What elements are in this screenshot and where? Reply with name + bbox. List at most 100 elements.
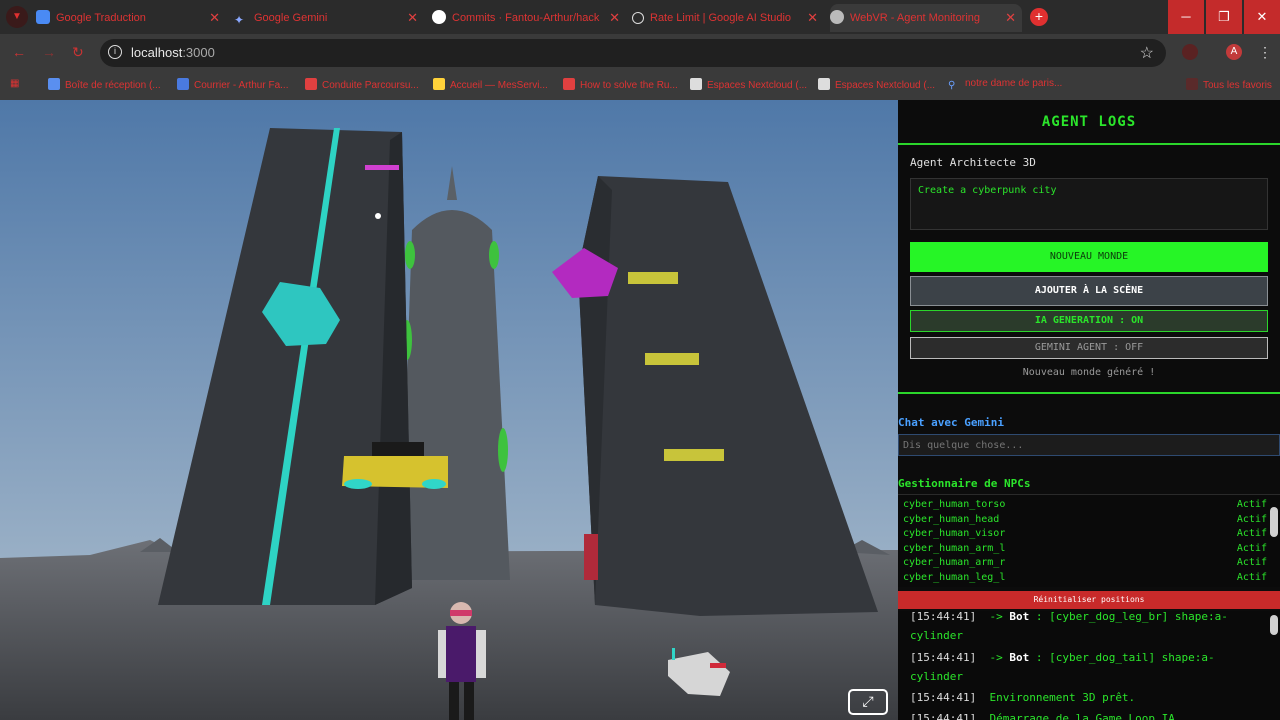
log-time: [15:44:41] xyxy=(910,691,977,704)
divider xyxy=(898,143,1280,145)
tower-ring-light xyxy=(489,241,499,269)
tab-title: WebVR - Agent Monitoring xyxy=(850,12,981,24)
reload-icon[interactable]: ↻ xyxy=(72,44,84,61)
agent-prompt-textarea[interactable]: Create a cyberpunk city xyxy=(910,178,1268,230)
tab-title: Commits · Fantou-Arthur/hack xyxy=(452,12,600,24)
chat-input[interactable] xyxy=(898,434,1280,456)
npc-arm-right xyxy=(476,630,486,678)
bookmark-label: Courrier - Arthur Fa... xyxy=(194,80,289,91)
folder-icon xyxy=(1186,78,1198,90)
extension-icon[interactable] xyxy=(1182,44,1198,60)
log-sender: Bot xyxy=(1009,651,1030,664)
reload-icon xyxy=(632,12,644,24)
log-time: [15:44:41] xyxy=(910,712,977,720)
npc-item[interactable]: cyber_human_arm_r Actif xyxy=(903,557,1267,571)
address-bar[interactable]: i localhost:3000 ☆ xyxy=(100,39,1166,67)
npc-item[interactable]: cyber_human_torso Actif xyxy=(903,499,1267,513)
bookmark-item[interactable]: ⚲ notre dame de paris... xyxy=(948,78,1062,92)
ia-generation-toggle[interactable]: IA GENERATION : ON xyxy=(910,310,1268,332)
close-tab-icon[interactable]: ✕ xyxy=(209,4,220,32)
bookmark-item[interactable]: Boîte de réception (... xyxy=(48,78,161,91)
divider xyxy=(898,392,1280,394)
new-world-button[interactable]: NOUVEAU MONDE xyxy=(910,242,1268,272)
car-thruster xyxy=(422,479,446,489)
npc-name: cyber_human_arm_r xyxy=(903,557,1006,568)
scene-render[interactable] xyxy=(0,100,898,720)
search-icon: ⚲ xyxy=(948,80,956,91)
tab-search-chevron-icon[interactable]: ▼ xyxy=(6,6,28,28)
profile-avatar[interactable]: A xyxy=(1226,44,1242,60)
log-entry: [15:44:41] -> Bot : [cyber_dog_tail] sha… xyxy=(910,648,1260,686)
new-tab-plus-icon[interactable]: + xyxy=(1030,8,1048,26)
npc-item[interactable]: cyber_human_visor Actif xyxy=(903,528,1267,542)
npc-status: Actif xyxy=(1236,499,1267,510)
npc-item[interactable]: cyber_human_leg_l Actif xyxy=(903,572,1267,586)
close-tab-icon[interactable]: ✕ xyxy=(1005,4,1016,32)
browser-tab-strip: ▼ Google Traduction ✕ ✦ Google Gemini ✕ C… xyxy=(0,0,1280,34)
add-to-scene-button[interactable]: AJOUTER À LA SCÈNE xyxy=(910,276,1268,306)
bookmark-item[interactable]: Accueil — MesServi... xyxy=(433,78,548,91)
bookmark-item[interactable]: Espaces Nextcloud (... xyxy=(690,78,807,91)
site-info-icon[interactable]: i xyxy=(108,45,122,59)
bookmark-label: Espaces Nextcloud (... xyxy=(835,80,936,91)
bookmark-item[interactable]: Courrier - Arthur Fa... xyxy=(177,78,288,91)
npc-visor xyxy=(450,610,472,616)
close-tab-icon[interactable]: ✕ xyxy=(609,4,620,32)
back-arrow-icon[interactable]: ← xyxy=(12,44,26,60)
neon-panel xyxy=(628,272,678,284)
tab-webvr-agent-monitoring[interactable]: WebVR - Agent Monitoring ✕ xyxy=(830,4,1022,32)
bookmark-star-icon[interactable]: ☆ xyxy=(1140,43,1154,63)
log-text: Démarrage de la Game Loop IA... xyxy=(989,712,1195,720)
log-entry: [15:44:41] Environnement 3D prêt. xyxy=(910,688,1260,707)
minimize-icon[interactable]: ─ xyxy=(1168,0,1204,34)
car-roof xyxy=(372,442,424,456)
log-scrollbar[interactable] xyxy=(1270,615,1278,635)
github-icon xyxy=(432,10,446,24)
npc-name: cyber_human_head xyxy=(903,513,1000,525)
gemini-icon: ✦ xyxy=(234,13,245,27)
fullscreen-expand-icon[interactable]: ⤢ xyxy=(848,689,888,715)
tab-github-commits[interactable]: Commits · Fantou-Arthur/hack ✕ xyxy=(432,4,626,32)
all-bookmarks[interactable]: Tous les favoris xyxy=(1186,78,1272,91)
tower-ring-light xyxy=(405,241,415,269)
gemini-agent-toggle[interactable]: GEMINI AGENT : OFF xyxy=(910,337,1268,359)
translate-icon xyxy=(36,10,50,24)
restore-icon[interactable]: ❐ xyxy=(1206,0,1242,34)
npc-item[interactable]: cyber_human_arm_l Actif xyxy=(903,543,1267,557)
neon-panel xyxy=(645,353,699,365)
npc-torso xyxy=(446,626,476,682)
bookmark-item[interactable]: How to solve the Ru... xyxy=(563,78,678,91)
url-host: localhost xyxy=(131,45,183,60)
bookmark-item[interactable]: Espaces Nextcloud (... xyxy=(818,78,935,91)
npc-status: Actif xyxy=(1236,542,1267,554)
tab-google-gemini[interactable]: ✦ Google Gemini ✕ xyxy=(234,4,424,32)
tab-google-traduction[interactable]: Google Traduction ✕ xyxy=(36,4,226,32)
close-tab-icon[interactable]: ✕ xyxy=(407,4,418,32)
tab-title: Google Traduction xyxy=(56,12,146,24)
npc-list[interactable]: cyber_human_torso Actif cyber_human_head A… xyxy=(898,494,1280,587)
npc-leg-right xyxy=(464,682,474,720)
bookmark-label: How to solve the Ru... xyxy=(580,80,678,91)
npc-name: cyber_human_visor xyxy=(903,528,1006,539)
globe-icon xyxy=(830,10,844,24)
npc-name: cyber_human_arm_l xyxy=(903,542,1006,554)
more-menu-icon[interactable]: ⋮ xyxy=(1258,44,1272,61)
close-window-icon[interactable]: ✕ xyxy=(1244,0,1280,34)
npc-item[interactable]: cyber_human_head Actif xyxy=(903,514,1267,528)
npc-status: Actif xyxy=(1236,571,1267,583)
npc-name: cyber_human_leg_l xyxy=(903,571,1006,583)
npc-scrollbar[interactable] xyxy=(1270,507,1278,537)
bookmark-item[interactable]: Conduite Parcoursu... xyxy=(305,78,419,91)
log-time: [15:44:41] xyxy=(910,610,977,623)
bookmark-label: Conduite Parcoursu... xyxy=(322,80,419,91)
forward-arrow-icon[interactable]: → xyxy=(42,44,56,60)
apps-grid-icon[interactable]: ▦ xyxy=(10,78,19,89)
tab-title: Google Gemini xyxy=(254,12,328,24)
bookmarks-bar: ▦ Boîte de réception (... Courrier - Art… xyxy=(0,72,1280,101)
log-text: Environnement 3D prêt. xyxy=(989,691,1136,704)
close-tab-icon[interactable]: ✕ xyxy=(807,4,818,32)
log-entry: [15:44:41] -> Bot : [cyber_dog_leg_br] s… xyxy=(910,607,1260,645)
tab-ai-studio[interactable]: Rate Limit | Google AI Studio ✕ xyxy=(632,4,824,32)
3d-scene-canvas[interactable] xyxy=(0,100,898,720)
url-port: :3000 xyxy=(182,45,215,60)
